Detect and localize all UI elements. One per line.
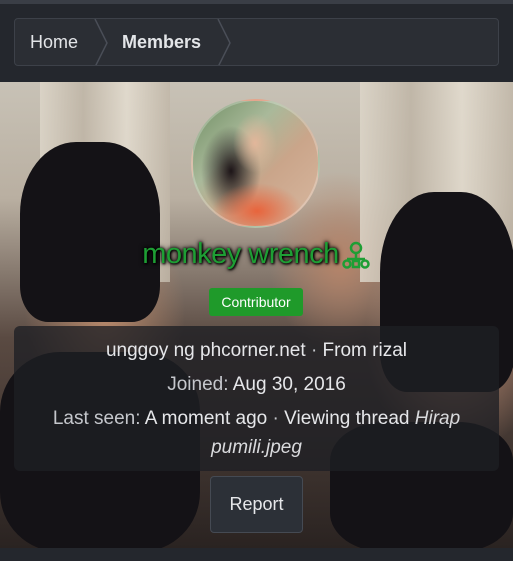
breadcrumb-separator-icon: [94, 19, 108, 65]
separator-dot: ·: [310, 340, 318, 361]
tagline: unggoy ng phcorner.net: [105, 340, 306, 361]
separator-dot: ·: [272, 408, 279, 429]
footer-band: [0, 548, 513, 561]
profile-username: monkey wrench: [0, 238, 513, 271]
breadcrumb-members-link[interactable]: Members: [108, 19, 217, 65]
breadcrumb-home-link[interactable]: Home: [15, 19, 94, 65]
location-label: From: [322, 340, 367, 361]
top-border: [0, 0, 513, 4]
user-network-icon: [341, 240, 371, 270]
joined-line: Joined: Aug 30, 2016: [14, 374, 499, 396]
last-seen-line: Last seen: A moment ago · Viewing thread…: [14, 408, 499, 430]
breadcrumb-separator-icon: [217, 19, 231, 65]
breadcrumb: Home Members: [14, 18, 499, 66]
last-seen-label: Last seen:: [52, 408, 141, 429]
joined-date: Aug 30, 2016: [232, 374, 346, 395]
report-button[interactable]: Report: [210, 476, 303, 533]
thread-link-continued[interactable]: pumili.jpeg: [211, 437, 302, 458]
joined-label: Joined:: [167, 374, 229, 395]
thread-link-continued-line: pumili.jpeg: [14, 437, 499, 459]
cover-hair: [20, 142, 160, 322]
user-title-badge: Contributor: [209, 288, 303, 316]
thread-link[interactable]: Hirap: [415, 408, 460, 429]
profile-tagline-line: unggoy ng phcorner.net · From rizal: [14, 340, 499, 362]
avatar[interactable]: [191, 99, 320, 228]
activity-label: Viewing thread: [284, 408, 410, 429]
location-link[interactable]: rizal: [372, 340, 407, 361]
last-seen-value: A moment ago: [144, 408, 268, 429]
profile-info-box: unggoy ng phcorner.net · From rizal Join…: [14, 326, 499, 471]
username-text: monkey wrench: [142, 238, 339, 270]
